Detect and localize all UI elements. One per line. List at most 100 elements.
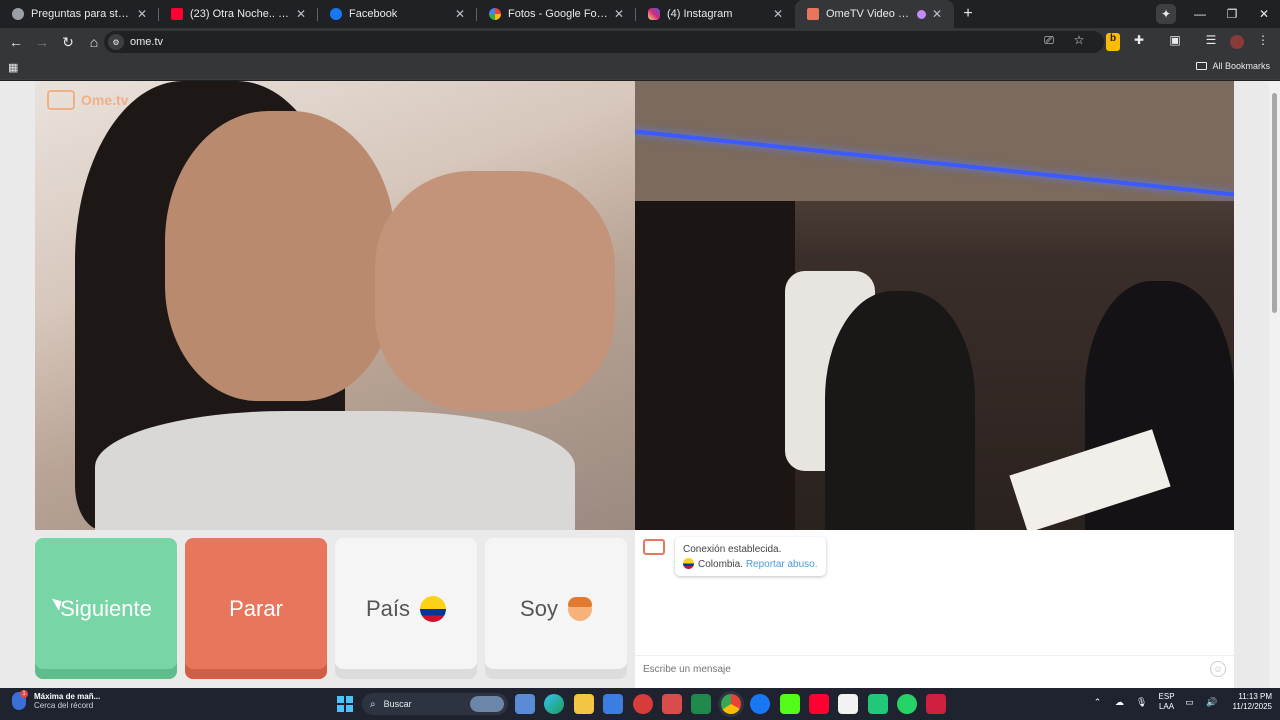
red-app-icon[interactable] (632, 694, 653, 714)
media-widget[interactable]: 1 Máxima de mañ... Cerca del récord (12, 690, 100, 710)
next-button[interactable]: Siguiente (35, 538, 177, 679)
media-title: Máxima de mañ... (34, 692, 101, 701)
pinned-apps (515, 694, 956, 714)
close-icon[interactable]: ✕ (771, 7, 785, 21)
media-text: Máxima de mañ... Cerca del récord (34, 692, 100, 710)
notification-badge: 1 (20, 690, 28, 698)
back-button[interactable]: ← (4, 34, 28, 50)
extensions-puzzle-icon[interactable]: ✚ (1128, 33, 1150, 51)
folder-icon (1196, 62, 1208, 70)
colombia-flag-icon (683, 558, 694, 569)
gender-button-label: Soy (520, 595, 558, 621)
close-icon[interactable]: ✕ (612, 7, 626, 21)
tab-youtube[interactable]: (23) Otra Noche.. - YouTube ✕ (159, 0, 318, 28)
country-button-label: País (365, 595, 411, 621)
forward-button[interactable]: → (30, 34, 54, 50)
whatsapp-icon[interactable] (897, 694, 918, 714)
message-input[interactable] (643, 663, 1193, 675)
microsoft-store-icon[interactable] (603, 694, 624, 714)
minimize-button[interactable]: — (1184, 7, 1216, 21)
chrome-icon[interactable] (720, 694, 741, 714)
kebab-menu-icon[interactable]: ⋮ (1252, 33, 1274, 51)
google-photos-favicon-icon (489, 8, 501, 20)
close-icon[interactable]: ✕ (135, 7, 149, 21)
tab-facebook[interactable]: Facebook ✕ (318, 0, 477, 28)
close-icon[interactable]: ✕ (453, 7, 467, 21)
browser-toolbar: ← → ↻ ⌂ ⚙ ome.tv ⎚ ☆ b ✚ ▣ ☰ ⋮ (0, 28, 1280, 56)
windows-start-icon[interactable] (337, 696, 353, 712)
instagram-favicon-icon (648, 8, 660, 20)
url-text[interactable]: ome.tv (130, 36, 163, 48)
page-scrollbar[interactable] (1269, 81, 1280, 688)
address-bar[interactable]: ⚙ ome.tv (104, 31, 1104, 53)
gemini-icon[interactable]: ✦ (1156, 4, 1176, 24)
bookmarks-bar: ▦ All Bookmarks (0, 56, 1280, 80)
close-icon[interactable]: ✕ (930, 7, 944, 21)
tab-instagram[interactable]: (4) Instagram ✕ (636, 0, 795, 28)
tab-label: OmeTV Video Chat — Ome (826, 8, 915, 20)
bookmark-star-icon[interactable]: ☆ (1068, 33, 1090, 51)
tab-ometv[interactable]: OmeTV Video Chat — Ome ✕ (795, 0, 954, 28)
cast-icon[interactable]: ⎚ (1038, 33, 1060, 51)
search-icon: ⌕ (370, 698, 376, 710)
tab-google-photos[interactable]: Fotos - Google Fotos ✕ (477, 0, 636, 28)
task-view-icon[interactable] (515, 694, 535, 714)
maximize-button[interactable]: ❐ (1216, 7, 1248, 21)
chevron-up-icon[interactable]: ⌃ (1091, 697, 1105, 708)
volume-icon[interactable]: 🔊 (1205, 697, 1219, 708)
reading-list-icon[interactable]: ☰ (1200, 33, 1222, 51)
site-info-icon[interactable]: ⚙ (108, 34, 124, 50)
system-tray: ⌃ ☁ 🎙 ESP LAA ▭ 🔊 11:13 PM 11/12/2025 (1083, 692, 1272, 712)
streaming-app-icon[interactable] (867, 694, 888, 714)
recording-icon (917, 9, 926, 19)
video-face-shape (165, 111, 395, 401)
profile-avatar[interactable] (1230, 35, 1244, 49)
microphone-icon[interactable]: 🎙 (1135, 697, 1149, 708)
mail-icon[interactable] (661, 694, 682, 714)
video-wall-shape (635, 201, 795, 530)
excel-icon[interactable] (691, 694, 712, 714)
tab-label: (23) Otra Noche.. - YouTube (190, 8, 290, 20)
new-tab-button[interactable]: + (954, 0, 982, 28)
youtube-icon[interactable] (808, 694, 829, 714)
ometv-favicon-icon (807, 8, 819, 20)
file-explorer-icon[interactable] (573, 694, 594, 714)
tab-preguntas[interactable]: Preguntas para stream ✕ (0, 0, 159, 28)
capcut-icon[interactable] (838, 694, 859, 714)
scroll-thumb[interactable] (1272, 93, 1277, 313)
home-button[interactable]: ⌂ (82, 34, 106, 50)
extension-icon[interactable]: b (1106, 33, 1120, 51)
tv-logo-icon (47, 90, 75, 110)
kick-icon[interactable] (779, 694, 800, 714)
country-line: Colombia. Reportar abuso. (683, 557, 818, 572)
clock[interactable]: 11:13 PM 11/12/2025 (1233, 692, 1272, 712)
side-panel-icon[interactable]: ▣ (1164, 33, 1186, 51)
tab-label: (4) Instagram (667, 8, 733, 20)
tab-strip: Preguntas para stream ✕ (23) Otra Noche.… (0, 0, 1280, 28)
country-button[interactable]: País (335, 538, 477, 679)
network-icon[interactable]: ▭ (1183, 697, 1197, 708)
keyboard-layout: LAA (1158, 702, 1175, 711)
reload-button[interactable]: ↻ (56, 34, 80, 51)
close-icon[interactable]: ✕ (294, 7, 308, 21)
gender-button[interactable]: Soy (485, 538, 627, 679)
tab-label: Facebook (349, 8, 398, 20)
facebook-favicon-icon (330, 8, 342, 20)
video-blanket-shape (95, 411, 575, 530)
facebook-icon[interactable] (750, 694, 771, 714)
connection-status-text: Conexión establecida. (683, 544, 782, 555)
tab-label: Preguntas para stream (31, 8, 131, 20)
apps-grid-icon[interactable]: ▦ (8, 61, 18, 74)
ometv-logo: Ome.tv (47, 90, 128, 110)
window-close-button[interactable]: ✕ (1248, 7, 1280, 21)
onedrive-cloud-icon[interactable]: ☁ (1113, 697, 1127, 708)
edge-icon[interactable] (544, 694, 565, 714)
taskbar-search[interactable]: ⌕ Buscar (362, 693, 508, 715)
red-square-app-icon[interactable] (926, 694, 947, 714)
report-abuse-link[interactable]: Reportar abuso. (746, 559, 818, 570)
all-bookmarks-button[interactable]: All Bookmarks (1196, 61, 1270, 71)
emoji-smile-icon[interactable]: ☺ (1210, 661, 1226, 677)
stop-button[interactable]: Parar (185, 538, 327, 679)
media-app-icon: 1 (12, 690, 28, 710)
language-indicator[interactable]: ESP LAA (1159, 692, 1175, 712)
